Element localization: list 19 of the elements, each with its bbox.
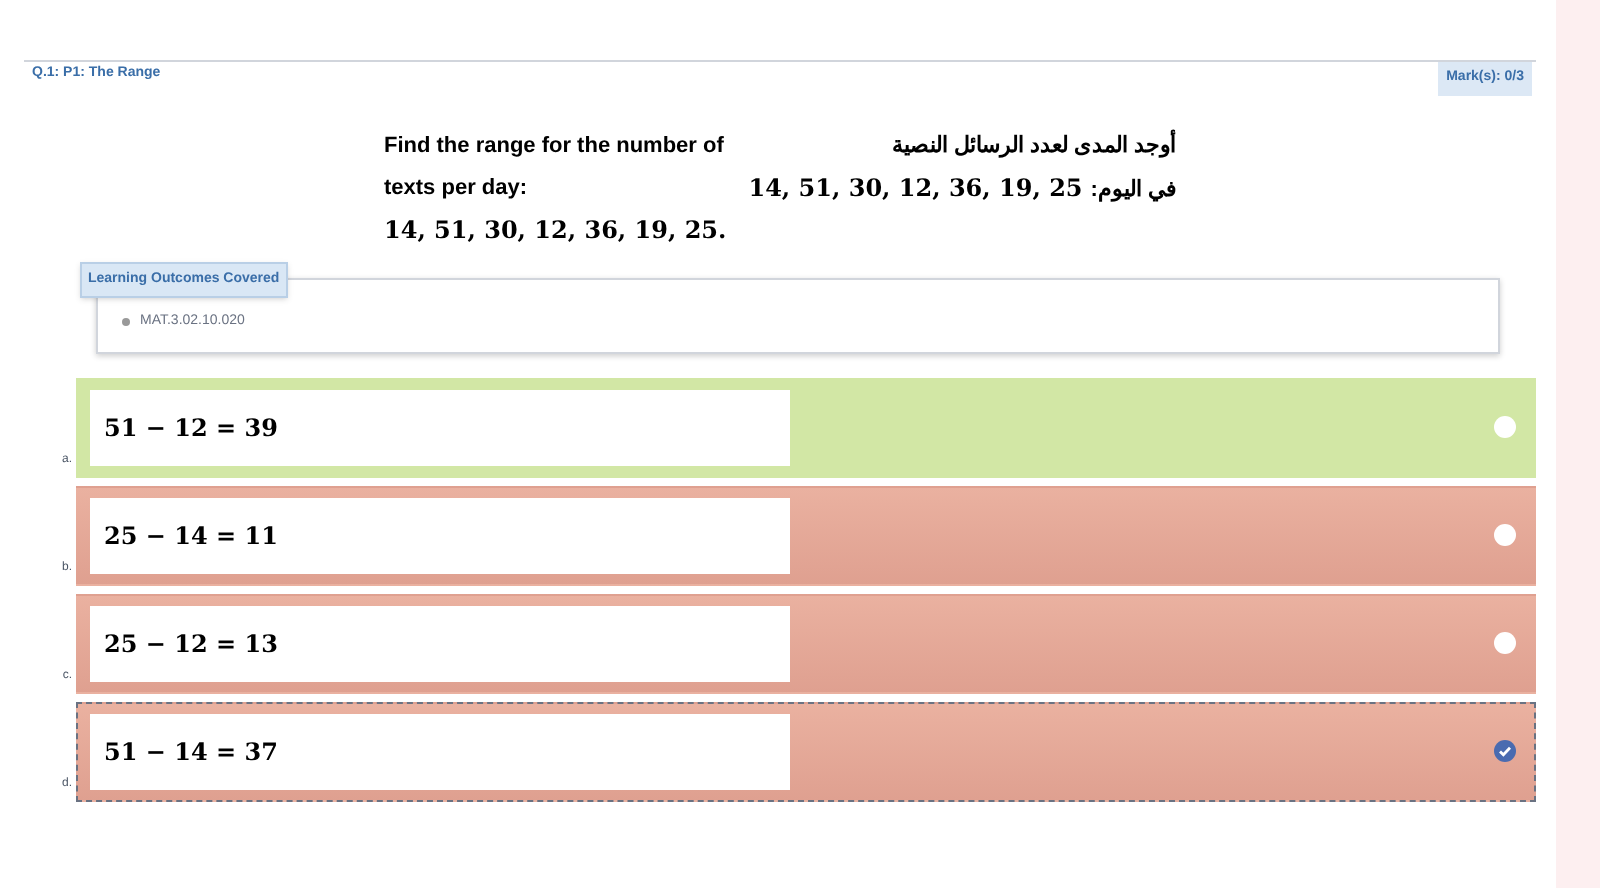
radio-icon[interactable] [1494, 524, 1516, 546]
checked-radio-icon[interactable] [1494, 740, 1516, 762]
answer-text: 51 − 14 = 37 [90, 713, 790, 789]
radio-icon[interactable] [1494, 632, 1516, 654]
answer-text: 25 − 12 = 13 [90, 605, 790, 681]
number-list: 14, 51, 30, 12, 36, 19, 25. [384, 215, 727, 245]
bullet-icon [122, 317, 130, 326]
answer-option[interactable]: 51 − 14 = 37 [76, 701, 1536, 801]
answer-option[interactable]: 25 − 12 = 13 [76, 593, 1536, 693]
question-text: أوجد المدى لعدد الرسائل النصية [891, 131, 1176, 159]
answer-text: 51 − 12 = 39 [90, 389, 790, 465]
question-text: في اليوم: [1090, 175, 1176, 205]
radio-icon[interactable] [1494, 416, 1516, 438]
answer-text: 25 − 14 = 11 [90, 497, 790, 573]
question-text: Find the range for the number of [384, 131, 726, 159]
answer-option[interactable]: 25 − 14 = 11 [76, 485, 1536, 585]
question-text: texts per day: [384, 173, 530, 201]
answer-option[interactable]: 51 − 12 = 39 [76, 377, 1536, 477]
number-list: 14, 51, 30, 12, 36, 19, 25 [748, 173, 1083, 203]
